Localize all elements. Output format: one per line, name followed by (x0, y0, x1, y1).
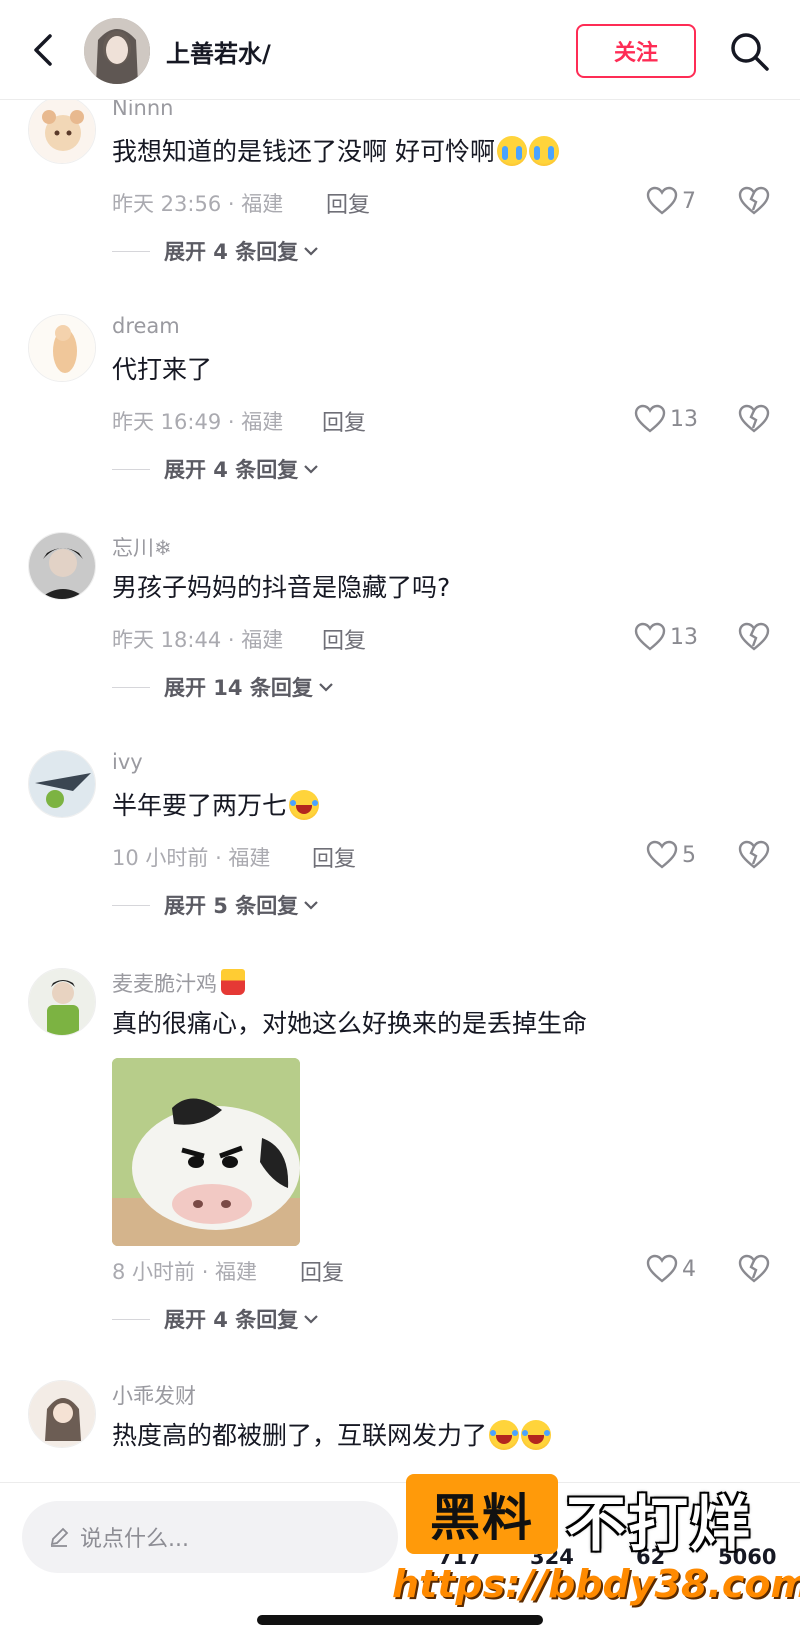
divider (112, 686, 150, 688)
comment-list[interactable]: Ninnn 我想知道的是钱还了没啊 好可怜啊 昨天 23:56 · 福建 回复 … (0, 100, 800, 1480)
watermark-url: https://bbdy38.com (392, 1562, 800, 1606)
reply-button[interactable]: 回复 (312, 841, 356, 873)
watermark-box-text: 黑料 (430, 1489, 534, 1547)
cry-emoji (496, 136, 527, 166)
comment-username[interactable]: 忘川❄ (112, 532, 172, 562)
chevron-down-icon (304, 247, 319, 256)
comment-text: 半年要了两万七 (112, 786, 320, 822)
like-count: 7 (682, 188, 696, 214)
top-bar: 上善若水/ 关注 (0, 0, 800, 100)
user-avatar[interactable] (28, 968, 96, 1036)
comment-text: 代打来了 (112, 355, 213, 384)
reply-button[interactable]: 回复 (322, 405, 366, 437)
expand-replies-label: 展开 5 条回复 (164, 894, 299, 918)
divider (112, 904, 150, 906)
watermark-text: 不打烊 (566, 1490, 752, 1560)
dislike-icon[interactable] (738, 1254, 770, 1284)
dislike-icon[interactable] (738, 622, 770, 652)
user-avatar[interactable] (28, 100, 96, 164)
comment-input[interactable]: 说点什么... (22, 1501, 398, 1573)
comment-text: 我想知道的是钱还了没啊 好可怜啊 (112, 132, 559, 168)
back-icon[interactable] (26, 28, 62, 72)
reply-button[interactable]: 回复 (300, 1255, 344, 1287)
comment-time: 昨天 16:49 · 福建 (112, 410, 284, 434)
expand-replies-label: 展开 4 条回复 (164, 458, 299, 482)
comment-text: 男孩子妈妈的抖音是隐藏了吗? (112, 573, 451, 602)
like-button[interactable]: 5 (646, 840, 696, 870)
like-count: 4 (682, 1256, 696, 1282)
profile-avatar[interactable] (84, 18, 150, 84)
input-placeholder: 说点什么... (80, 1527, 189, 1552)
profile-name[interactable]: 上善若水/ (166, 34, 271, 69)
expand-replies-label: 展开 4 条回复 (164, 1308, 299, 1332)
like-button[interactable]: 7 (646, 186, 696, 216)
heart-icon (646, 186, 678, 215)
divider (112, 468, 150, 470)
comment-time: 10 小时前 · 福建 (112, 846, 271, 870)
comment-text: 热度高的都被删了，互联网发力了 (112, 1416, 552, 1452)
comment-username[interactable]: 小乖发财 (112, 1380, 196, 1410)
like-button[interactable]: 4 (646, 1254, 696, 1284)
divider (112, 1318, 150, 1320)
follow-button[interactable]: 关注 (576, 24, 696, 78)
expand-replies-button[interactable]: 展开 14 条回复 (112, 672, 335, 702)
reply-button[interactable]: 回复 (326, 187, 370, 219)
comment-username[interactable]: ivy (112, 750, 143, 774)
like-count: 13 (670, 406, 698, 432)
angry-cow-sticker[interactable] (112, 1058, 300, 1246)
fries-emoji (221, 969, 245, 995)
user-avatar[interactable] (28, 1380, 96, 1448)
dislike-icon[interactable] (738, 840, 770, 870)
cry-emoji (528, 136, 559, 166)
expand-replies-label: 展开 4 条回复 (164, 240, 299, 264)
comment-username[interactable]: dream (112, 314, 180, 338)
chevron-down-icon (304, 465, 319, 474)
like-button[interactable]: 13 (634, 404, 698, 434)
laugh-cry-emoji (289, 790, 320, 820)
chevron-down-icon (304, 901, 319, 910)
user-avatar[interactable] (28, 532, 96, 600)
heart-icon (646, 1254, 678, 1283)
comment-username[interactable]: Ninnn (112, 100, 173, 120)
expand-replies-button[interactable]: 展开 4 条回复 (112, 1304, 320, 1334)
user-avatar[interactable] (28, 750, 96, 818)
laugh-cry-emoji (521, 1420, 552, 1450)
comment-username[interactable]: 麦麦脆汁鸡 (112, 968, 245, 998)
dislike-icon[interactable] (738, 186, 770, 216)
heart-icon (634, 404, 666, 433)
divider (112, 250, 150, 252)
chevron-down-icon (304, 1315, 319, 1324)
user-avatar[interactable] (28, 314, 96, 382)
reply-button[interactable]: 回复 (322, 623, 366, 655)
heart-icon (634, 622, 666, 651)
comment-text: 真的很痛心，对她这么好换来的是丢掉生命 (112, 1009, 588, 1038)
home-indicator (257, 1615, 543, 1625)
expand-replies-button[interactable]: 展开 4 条回复 (112, 454, 320, 484)
like-button[interactable]: 13 (634, 622, 698, 652)
heart-icon (646, 840, 678, 869)
like-count: 5 (682, 842, 696, 868)
watermark-logo: 黑料 (406, 1474, 558, 1554)
search-icon[interactable] (728, 30, 770, 72)
expand-replies-button[interactable]: 展开 5 条回复 (112, 890, 320, 920)
expand-replies-label: 展开 14 条回复 (164, 676, 313, 700)
chevron-down-icon (319, 683, 333, 692)
comment-time: 昨天 18:44 · 福建 (112, 628, 284, 652)
expand-replies-button[interactable]: 展开 4 条回复 (112, 236, 320, 266)
pencil-icon (50, 1527, 69, 1547)
comment-time: 8 小时前 · 福建 (112, 1260, 258, 1284)
dislike-icon[interactable] (738, 404, 770, 434)
like-count: 13 (670, 624, 698, 650)
comment-time: 昨天 23:56 · 福建 (112, 192, 284, 216)
laugh-cry-emoji (489, 1420, 520, 1450)
